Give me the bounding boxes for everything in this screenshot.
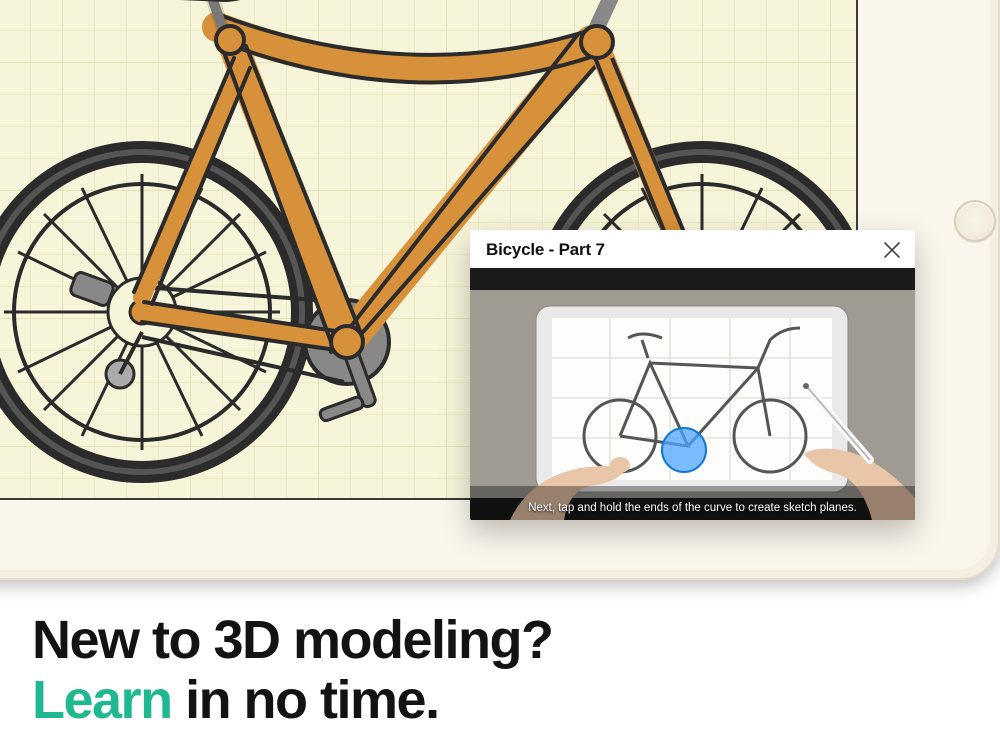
close-icon[interactable] (883, 241, 901, 259)
tutorial-header: Bicycle - Part 7 (470, 230, 915, 268)
video-thumbnail (470, 268, 915, 520)
promo-screenshot: Bicycle - Part 7 (0, 0, 1000, 750)
headline-line1: New to 3D modeling? (32, 610, 553, 670)
headline-line2-rest: in no time. (172, 670, 439, 730)
headline-line2: Learn in no time. (32, 670, 553, 730)
headline-accent: Learn (32, 670, 172, 730)
tutorial-popup[interactable]: Bicycle - Part 7 (470, 230, 915, 520)
home-button[interactable] (954, 200, 996, 242)
headline: New to 3D modeling? Learn in no time. (32, 610, 553, 731)
tutorial-title: Bicycle - Part 7 (486, 240, 605, 260)
tutorial-video[interactable]: Next, tap and hold the ends of the curve… (470, 268, 915, 520)
video-caption: Next, tap and hold the ends of the curve… (470, 502, 915, 514)
